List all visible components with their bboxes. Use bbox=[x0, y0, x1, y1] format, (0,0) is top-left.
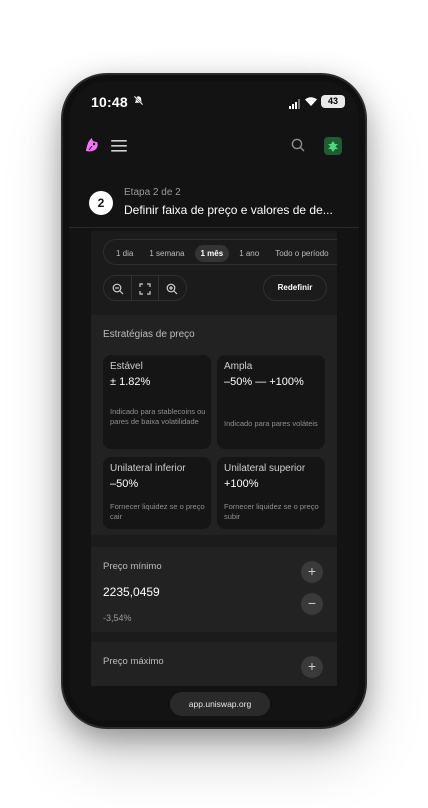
zoom-controls bbox=[103, 275, 187, 301]
strategy-value: –50% — +100% bbox=[224, 376, 304, 388]
strategy-value: ± 1.82% bbox=[110, 376, 151, 388]
tab-todo-periodo[interactable]: Todo o período bbox=[269, 245, 334, 262]
time-range-selector: 1 dia 1 semana 1 mês 1 ano Todo o período bbox=[103, 239, 337, 265]
strategy-card-unilateral-inferior[interactable]: Unilateral inferior –50% Fornecer liquid… bbox=[103, 457, 211, 529]
strategy-value: +100% bbox=[224, 478, 259, 490]
min-price-increment-button[interactable]: + bbox=[301, 561, 323, 583]
min-price-percent: -3,54% bbox=[103, 613, 132, 623]
zoom-out-icon[interactable] bbox=[112, 282, 124, 295]
step-header: 2 Etapa 2 de 2 Definir faixa de preço e … bbox=[89, 185, 349, 219]
strategy-description: Indicado para stablecoins ou pares de ba… bbox=[110, 407, 206, 426]
tab-1-semana[interactable]: 1 semana bbox=[143, 245, 190, 262]
min-price-label: Preço mínimo bbox=[103, 561, 162, 572]
status-bar: 10:48 43 bbox=[69, 91, 359, 113]
strategy-description: Fornecer liquidez se o preço subir bbox=[224, 502, 319, 521]
phone-frame: 10:48 43 2 Etapa 2 de 2 Definir faixa de… bbox=[63, 75, 365, 727]
zoom-separator bbox=[158, 276, 159, 300]
range-panel: 1 dia 1 semana 1 mês 1 ano Todo o período Re… bbox=[91, 231, 337, 686]
strategy-name: Estável bbox=[110, 361, 143, 372]
browser-url-bar[interactable]: app.uniswap.org bbox=[170, 692, 270, 716]
signal-icon bbox=[289, 96, 301, 114]
strategy-card-unilateral-superior[interactable]: Unilateral superior +100% Fornecer liqui… bbox=[217, 457, 325, 529]
zoom-separator bbox=[131, 276, 132, 300]
strategy-name: Unilateral superior bbox=[224, 463, 306, 474]
max-price-label: Preço máximo bbox=[103, 656, 164, 667]
fit-screen-icon[interactable] bbox=[139, 282, 151, 295]
strategy-value: –50% bbox=[110, 478, 139, 490]
min-price-box: Preço mínimo 2235,0459 -3,54% + − bbox=[91, 547, 337, 632]
tab-1-mes[interactable]: 1 mês bbox=[194, 245, 230, 262]
price-strategies-section: Estratégias de preço Estável ± 1.82% Ind… bbox=[91, 315, 337, 535]
max-price-increment-button[interactable]: + bbox=[301, 656, 323, 678]
uniswap-logo-icon[interactable] bbox=[83, 136, 101, 159]
tab-1-ano[interactable]: 1 ano bbox=[233, 245, 265, 262]
screen: 10:48 43 2 Etapa 2 de 2 Definir faixa de… bbox=[69, 81, 359, 721]
min-price-decrement-button[interactable]: − bbox=[301, 593, 323, 615]
tab-1-dia[interactable]: 1 dia bbox=[110, 245, 139, 262]
battery-indicator: 43 bbox=[321, 95, 345, 108]
strategies-title: Estratégias de preço bbox=[103, 329, 195, 340]
strategy-card-ampla[interactable]: Ampla –50% — +100% Indicado para pares v… bbox=[217, 355, 325, 449]
wifi-icon bbox=[304, 94, 318, 112]
max-price-box: Preço máximo + bbox=[91, 642, 337, 686]
top-nav bbox=[69, 131, 359, 161]
strategy-card-estavel[interactable]: Estável ± 1.82% Indicado para stablecoin… bbox=[103, 355, 211, 449]
strategy-name: Ampla bbox=[224, 361, 253, 372]
menu-icon[interactable] bbox=[111, 139, 127, 158]
bell-muted-icon bbox=[133, 95, 144, 109]
step-title: Definir faixa de preço e valores de de..… bbox=[124, 203, 333, 217]
min-price-input[interactable]: 2235,0459 bbox=[103, 585, 160, 599]
reset-button[interactable]: Redefinir bbox=[263, 275, 327, 301]
step-subtitle: Etapa 2 de 2 bbox=[124, 187, 181, 198]
zoom-in-icon[interactable] bbox=[166, 282, 178, 295]
search-icon[interactable] bbox=[291, 138, 305, 157]
strategy-description: Indicado para pares voláteis bbox=[224, 419, 318, 428]
divider bbox=[69, 227, 359, 228]
strategy-description: Fornecer liquidez se o preço cair bbox=[110, 502, 205, 521]
strategy-name: Unilateral inferior bbox=[110, 463, 186, 474]
wallet-avatar-icon[interactable] bbox=[324, 137, 342, 155]
step-number-badge: 2 bbox=[89, 191, 113, 215]
status-time: 10:48 bbox=[91, 94, 128, 110]
